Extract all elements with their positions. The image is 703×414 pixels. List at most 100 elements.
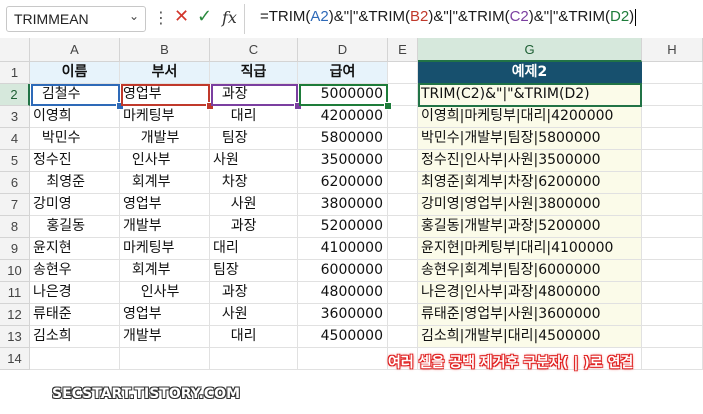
cell-dept[interactable]: 회계부 bbox=[120, 260, 210, 282]
cell-result[interactable]: 정수진|인사부|사원|3500000 bbox=[418, 150, 642, 172]
ref-box-a2-handle[interactable] bbox=[116, 102, 124, 110]
insert-function-icon[interactable]: fx bbox=[222, 8, 237, 27]
cell-rank[interactable]: 사원 bbox=[210, 150, 298, 172]
cell[interactable] bbox=[388, 326, 418, 348]
cell-salary[interactable]: 3800000 bbox=[298, 194, 388, 216]
select-all-corner[interactable] bbox=[0, 38, 30, 62]
cell-rank[interactable]: 팀장 bbox=[210, 128, 298, 150]
cell-rank[interactable]: 대리 bbox=[210, 106, 298, 128]
cell[interactable] bbox=[642, 326, 703, 348]
row-header-2[interactable]: 2 bbox=[0, 84, 30, 106]
row-header-6[interactable]: 6 bbox=[0, 172, 30, 194]
column-header-h[interactable]: H bbox=[642, 38, 703, 62]
cell[interactable] bbox=[388, 282, 418, 304]
cell[interactable] bbox=[642, 62, 703, 84]
cell-result[interactable]: 송현우|회계부|팀장|6000000 bbox=[418, 260, 642, 282]
cell[interactable] bbox=[642, 260, 703, 282]
cell-name[interactable]: 김철수 bbox=[30, 84, 120, 106]
cell-dept[interactable]: 개발부 bbox=[120, 216, 210, 238]
row-header-13[interactable]: 13 bbox=[0, 326, 30, 348]
row-header-11[interactable]: 11 bbox=[0, 282, 30, 304]
cell-name[interactable]: 강미영 bbox=[30, 194, 120, 216]
cell[interactable] bbox=[298, 348, 388, 370]
cell-name[interactable]: 정수진 bbox=[30, 150, 120, 172]
cell-salary[interactable]: 5000000 bbox=[298, 84, 388, 106]
cell[interactable] bbox=[388, 106, 418, 128]
cell[interactable] bbox=[30, 348, 120, 370]
cell-result[interactable]: 나은경|인사부|과장|4800000 bbox=[418, 282, 642, 304]
cell-dept[interactable]: 회계부 bbox=[120, 172, 210, 194]
cell[interactable] bbox=[642, 128, 703, 150]
cell[interactable] bbox=[120, 348, 210, 370]
cell[interactable] bbox=[388, 216, 418, 238]
cell-result[interactable]: 박민수|개발부|팀장|5800000 bbox=[418, 128, 642, 150]
cancel-icon[interactable]: ✕ bbox=[174, 6, 189, 27]
row-header-5[interactable]: 5 bbox=[0, 150, 30, 172]
row-header-4[interactable]: 4 bbox=[0, 128, 30, 150]
ref-box-c2-handle[interactable] bbox=[294, 102, 302, 110]
cell[interactable] bbox=[642, 172, 703, 194]
cell-salary[interactable]: 6000000 bbox=[298, 260, 388, 282]
cell[interactable] bbox=[642, 150, 703, 172]
row-header-8[interactable]: 8 bbox=[0, 216, 30, 238]
cell-dept[interactable]: 개발부 bbox=[120, 326, 210, 348]
cell-rank[interactable]: 대리 bbox=[210, 238, 298, 260]
cell[interactable] bbox=[388, 84, 418, 106]
cell-dept[interactable]: 인사부 bbox=[120, 282, 210, 304]
cell-salary[interactable]: 3500000 bbox=[298, 150, 388, 172]
cell-salary[interactable]: 3600000 bbox=[298, 304, 388, 326]
cell[interactable] bbox=[642, 282, 703, 304]
cell-name[interactable]: 윤지현 bbox=[30, 238, 120, 260]
cell-rank[interactable]: 사원 bbox=[210, 194, 298, 216]
column-header-a[interactable]: A bbox=[30, 38, 120, 62]
cell[interactable] bbox=[388, 172, 418, 194]
cell-salary[interactable]: 4800000 bbox=[298, 282, 388, 304]
cell-salary[interactable]: 5800000 bbox=[298, 128, 388, 150]
cell-dept[interactable]: 영업부 bbox=[120, 84, 210, 106]
cell-result[interactable]: 이영희|마케팅부|대리|4200000 bbox=[418, 106, 642, 128]
cell-name[interactable]: 박민수 bbox=[30, 128, 120, 150]
cell-dept[interactable]: 영업부 bbox=[120, 194, 210, 216]
cell-rank[interactable]: 사원 bbox=[210, 304, 298, 326]
cell-result[interactable]: 최영준|회계부|차장|6200000 bbox=[418, 172, 642, 194]
cell-dept[interactable]: 마케팅부 bbox=[120, 238, 210, 260]
cell-result[interactable]: 김소희|개발부|대리|4500000 bbox=[418, 326, 642, 348]
more-options-icon[interactable]: ⋮ bbox=[153, 8, 169, 27]
column-header-b[interactable]: B bbox=[120, 38, 210, 62]
cell[interactable] bbox=[388, 62, 418, 84]
cell-result[interactable]: 홍길동|개발부|과장|5200000 bbox=[418, 216, 642, 238]
row-header-1[interactable]: 1 bbox=[0, 62, 30, 84]
cell-dept[interactable]: 영업부 bbox=[120, 304, 210, 326]
row-header-7[interactable]: 7 bbox=[0, 194, 30, 216]
cell-result[interactable]: 류태준|영업부|사원|3600000 bbox=[418, 304, 642, 326]
cell[interactable] bbox=[642, 84, 703, 106]
row-header-14[interactable]: 14 bbox=[0, 348, 30, 370]
cell-rank[interactable]: 대리 bbox=[210, 326, 298, 348]
cell[interactable] bbox=[642, 304, 703, 326]
cell-dept[interactable]: 마케팅부 bbox=[120, 106, 210, 128]
cell-salary[interactable]: 5200000 bbox=[298, 216, 388, 238]
cell-rank[interactable]: 과장 bbox=[210, 216, 298, 238]
formula-input[interactable]: =TRIM(A2)&"|"&TRIM(B2)&"|"&TRIM(C2)&"|"&… bbox=[260, 8, 637, 26]
cell-result[interactable]: 윤지현|마케팅부|대리|4100000 bbox=[418, 238, 642, 260]
cell[interactable] bbox=[388, 304, 418, 326]
cell[interactable] bbox=[388, 194, 418, 216]
cell[interactable] bbox=[388, 150, 418, 172]
cell-name[interactable]: 류태준 bbox=[30, 304, 120, 326]
cell[interactable] bbox=[210, 348, 298, 370]
column-header-g[interactable]: G bbox=[418, 38, 642, 62]
cell-dept[interactable]: 개발부 bbox=[120, 128, 210, 150]
ref-box-d2-handle[interactable] bbox=[384, 102, 392, 110]
cell[interactable] bbox=[642, 348, 703, 370]
cell-name[interactable]: 송현우 bbox=[30, 260, 120, 282]
cell[interactable] bbox=[642, 194, 703, 216]
cell[interactable] bbox=[642, 106, 703, 128]
cell-rank[interactable]: 과장 bbox=[210, 282, 298, 304]
cell[interactable] bbox=[642, 216, 703, 238]
name-box[interactable]: TRIMMEAN ⌄ bbox=[6, 6, 146, 32]
cell-salary[interactable]: 4100000 bbox=[298, 238, 388, 260]
chevron-down-icon[interactable]: ⌄ bbox=[129, 9, 139, 23]
row-header-9[interactable]: 9 bbox=[0, 238, 30, 260]
row-header-3[interactable]: 3 bbox=[0, 106, 30, 128]
cell-salary[interactable]: 4200000 bbox=[298, 106, 388, 128]
